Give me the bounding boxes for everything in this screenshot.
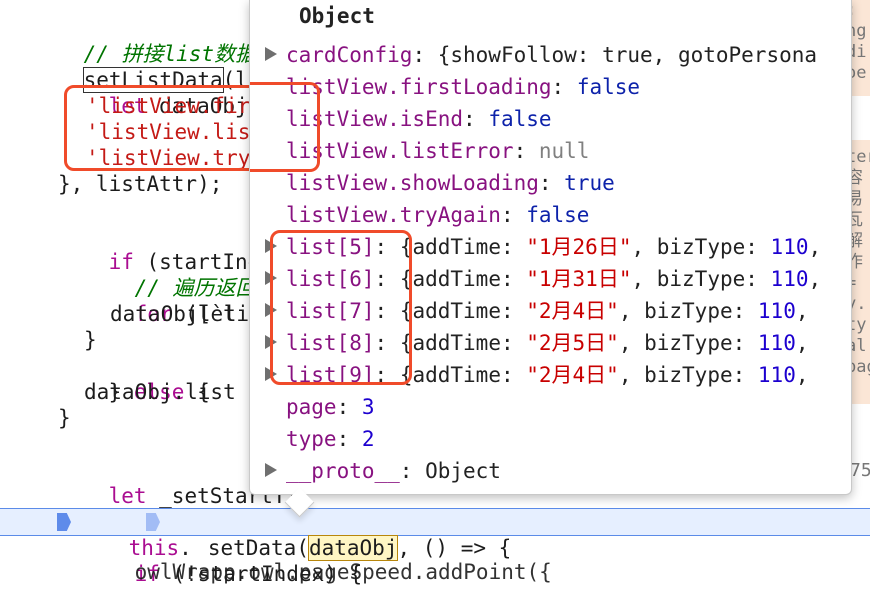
property-value-tail: , xyxy=(808,267,822,291)
code-line-if2: if (!startIndex) { xyxy=(84,535,363,586)
property-row: listView.firstLoading: false xyxy=(265,72,640,102)
property-value-date: "2月4日" xyxy=(526,299,619,323)
property-value-prefix: {addTime: xyxy=(399,331,527,355)
property-value-prefix: {addTime: xyxy=(399,299,527,323)
let-keyword: let xyxy=(108,484,147,508)
right-edge-number: 75 xyxy=(850,460,870,481)
property-value-number: 110 xyxy=(757,299,796,323)
disclosure-triangle-icon[interactable] xyxy=(265,463,277,477)
popover-title: Object xyxy=(299,4,375,28)
code-line-dataobj-list: dataObj.list xyxy=(84,380,236,404)
property-value: null xyxy=(538,139,590,163)
property-value-number: 110 xyxy=(757,363,796,387)
code-line-close: } xyxy=(58,406,71,430)
annotation-box-props xyxy=(250,82,320,172)
property-row[interactable]: __proto__: Object xyxy=(265,456,501,486)
property-value-tail: , xyxy=(795,363,809,387)
property-value: Object xyxy=(425,459,501,483)
property-value-date: "1月31日" xyxy=(526,267,632,291)
property-value: false xyxy=(576,75,641,99)
property-key: __proto__ xyxy=(286,459,400,483)
property-row: listView.showLoading: true xyxy=(265,168,615,198)
set-data-rest: , () => { xyxy=(397,536,512,560)
property-key: listView.listError xyxy=(286,139,514,163)
property-value-prefix: {addTime: xyxy=(399,363,527,387)
property-value-date: "2月5日" xyxy=(526,331,619,355)
code-line-last: owlWrapp.owl.pageSpeed.addPoint({ xyxy=(84,560,552,584)
property-separator: : xyxy=(336,427,362,451)
property-value-suffix: , bizType: xyxy=(618,299,758,323)
code-line-dataobj-index: dataObj[`li xyxy=(110,302,250,326)
property-separator: : xyxy=(412,43,438,67)
code-line-close: } xyxy=(84,328,97,352)
property-value-number: 110 xyxy=(770,267,809,291)
property-value-suffix: , bizType: xyxy=(631,267,771,291)
property-value-tail: , xyxy=(808,235,822,259)
property-value-prefix: {addTime: xyxy=(399,267,527,291)
property-value: 3 xyxy=(361,395,375,419)
code-line-else: } else { xyxy=(58,353,210,404)
property-value-prefix: {addTime: xyxy=(399,235,527,259)
property-separator: : xyxy=(399,459,426,483)
disclosure-triangle-icon[interactable] xyxy=(265,47,277,61)
property-row: type: 2 xyxy=(265,424,375,454)
annotation-box-list-items xyxy=(270,230,412,385)
property-value-date: "2月4日" xyxy=(526,363,619,387)
property-row[interactable]: cardConfig: {showFollow: true, gotoPerso… xyxy=(265,40,817,70)
property-separator: : xyxy=(500,203,527,227)
property-value-suffix: , bizType: xyxy=(618,331,758,355)
code-line-close-attr: }, listAttr); xyxy=(58,172,223,196)
property-value-suffix: , bizType: xyxy=(631,235,771,259)
property-key: listView.tryAgain xyxy=(286,203,501,227)
property-key: cardConfig xyxy=(286,43,413,67)
property-separator: : xyxy=(513,139,539,163)
property-separator: : xyxy=(336,395,362,419)
property-separator: : xyxy=(463,107,489,131)
property-value: {showFollow: true, gotoPersona xyxy=(437,43,818,67)
property-value: true xyxy=(564,171,615,195)
property-key: page xyxy=(286,395,337,419)
property-value: false xyxy=(488,107,552,131)
property-value: false xyxy=(526,203,590,227)
property-key: listView.showLoading xyxy=(286,171,539,195)
property-value-number: 110 xyxy=(770,235,809,259)
property-value-tail: , xyxy=(795,299,809,323)
property-value: 2 xyxy=(361,427,375,451)
property-row: page: 3 xyxy=(265,392,375,422)
property-key: type xyxy=(286,427,337,451)
property-separator: : xyxy=(551,75,577,99)
property-value-date: "1月26日" xyxy=(526,235,632,259)
property-value-tail: , xyxy=(795,331,809,355)
property-value-suffix: , bizType: xyxy=(618,363,758,387)
property-row: listView.tryAgain: false xyxy=(265,200,589,230)
property-separator: : xyxy=(538,171,565,195)
property-key: listView.firstLoading xyxy=(286,75,552,99)
property-value-number: 110 xyxy=(757,331,796,355)
